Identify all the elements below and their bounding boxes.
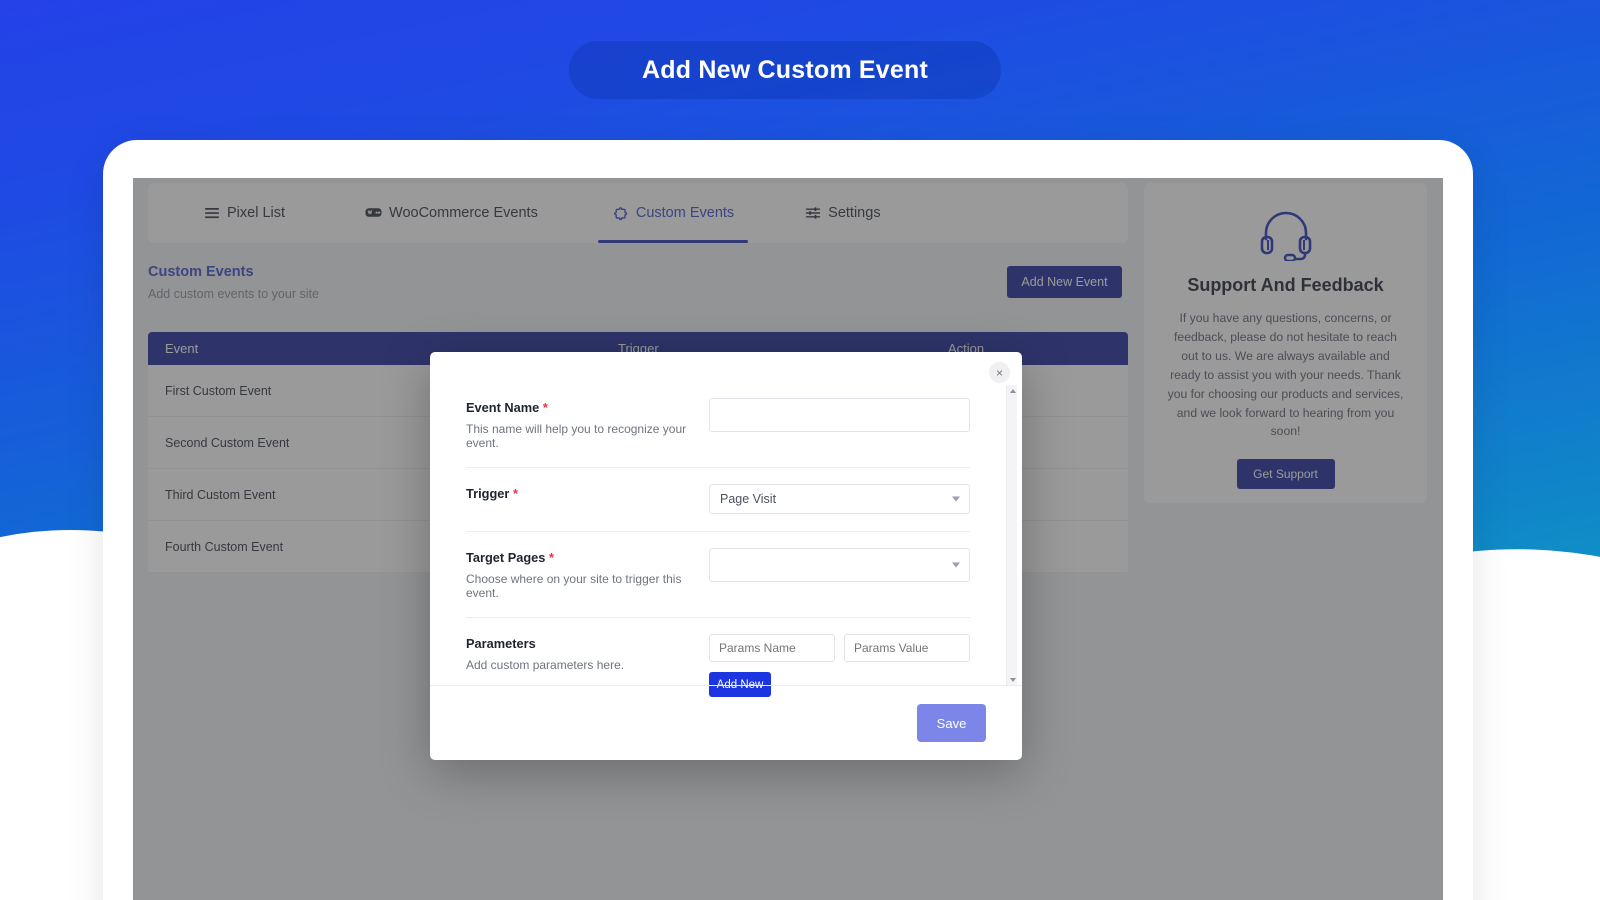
event-name-label: Event Name * — [466, 400, 709, 415]
scroll-down-arrow-icon[interactable] — [1007, 674, 1018, 685]
target-pages-label-group: Target Pages * Choose where on your site… — [466, 548, 709, 600]
modal-scrollbar[interactable] — [1006, 385, 1017, 685]
required-marker: * — [512, 486, 518, 501]
label-text: Trigger — [466, 486, 510, 501]
modal-footer: Save — [430, 685, 1022, 760]
save-button[interactable]: Save — [917, 704, 986, 742]
event-name-input[interactable] — [709, 398, 970, 432]
modal-form: Event Name * This name will help you to … — [430, 382, 1022, 697]
label-text: Target Pages — [466, 550, 546, 565]
close-icon[interactable]: × — [989, 362, 1010, 383]
chevron-down-icon — [952, 562, 960, 568]
param-name-input[interactable] — [709, 634, 835, 662]
required-marker: * — [548, 550, 554, 565]
target-pages-hint: Choose where on your site to trigger thi… — [466, 572, 682, 600]
page-title: Add New Custom Event — [642, 55, 928, 84]
chevron-down-icon — [952, 496, 960, 502]
add-custom-event-modal: × Event Name * This name will help you t… — [430, 352, 1022, 760]
trigger-label: Trigger * — [466, 486, 709, 501]
parameters-label-group: Parameters Add custom parameters here. — [466, 634, 709, 672]
param-value-input[interactable] — [844, 634, 970, 662]
parameters-hint: Add custom parameters here. — [466, 658, 625, 672]
scroll-up-arrow-icon[interactable] — [1007, 385, 1018, 396]
label-text: Event Name — [466, 400, 540, 415]
form-row-target-pages: Target Pages * Choose where on your site… — [466, 532, 970, 618]
parameters-label: Parameters — [466, 636, 709, 651]
event-name-label-group: Event Name * This name will help you to … — [466, 398, 709, 450]
trigger-selected-value: Page Visit — [720, 492, 777, 506]
trigger-select[interactable]: Page Visit — [709, 484, 970, 514]
trigger-label-group: Trigger * — [466, 484, 709, 501]
target-pages-select[interactable] — [709, 548, 970, 582]
form-row-event-name: Event Name * This name will help you to … — [466, 382, 970, 468]
target-pages-label: Target Pages * — [466, 550, 709, 565]
form-row-trigger: Trigger * Page Visit — [466, 468, 970, 532]
event-name-input-group — [709, 398, 970, 432]
label-text: Parameters — [466, 636, 536, 651]
target-pages-input-group — [709, 548, 970, 582]
page-title-banner: Add New Custom Event — [569, 41, 1001, 99]
event-name-hint: This name will help you to recognize you… — [466, 422, 687, 450]
required-marker: * — [542, 400, 548, 415]
trigger-input-group: Page Visit — [709, 484, 970, 514]
parameter-row — [709, 634, 970, 662]
